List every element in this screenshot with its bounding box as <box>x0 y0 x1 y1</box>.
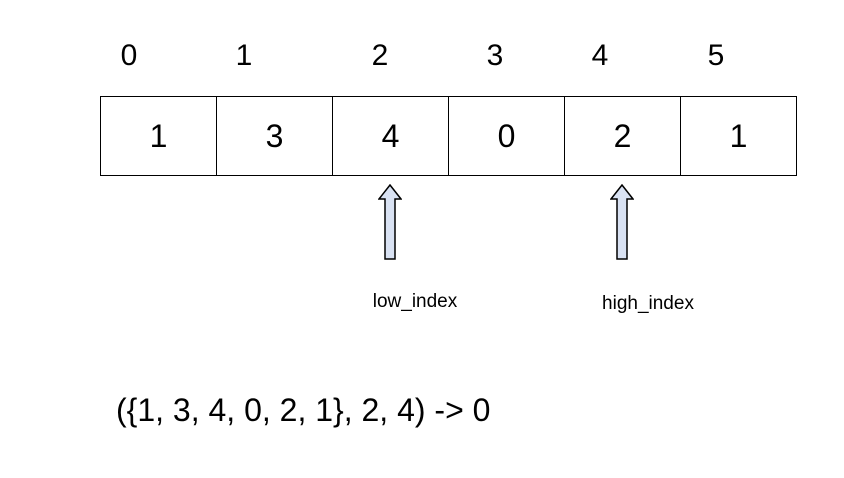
index-label: 4 <box>591 39 609 72</box>
call-expression: ({1, 3, 4, 0, 2, 1}, 2, 4) -> 0 <box>116 392 491 428</box>
array-cell: 1 <box>101 97 217 175</box>
high-index-arrow-icon <box>610 184 634 260</box>
array-cell: 0 <box>449 97 565 175</box>
array-cell: 2 <box>565 97 681 175</box>
array-row: 1 3 4 0 2 1 <box>100 96 797 176</box>
index-label: 1 <box>235 39 253 72</box>
index-label: 5 <box>707 39 725 72</box>
high-index-label: high_index <box>602 293 694 314</box>
array-cell: 3 <box>217 97 333 175</box>
index-label: 3 <box>486 39 504 72</box>
low-index-label: low_index <box>372 291 458 312</box>
low-index-arrow-icon <box>378 184 402 260</box>
index-label: 2 <box>371 39 389 72</box>
array-cell: 1 <box>729 117 748 154</box>
array-cell: 4 <box>333 97 449 175</box>
index-label: 0 <box>120 39 138 72</box>
